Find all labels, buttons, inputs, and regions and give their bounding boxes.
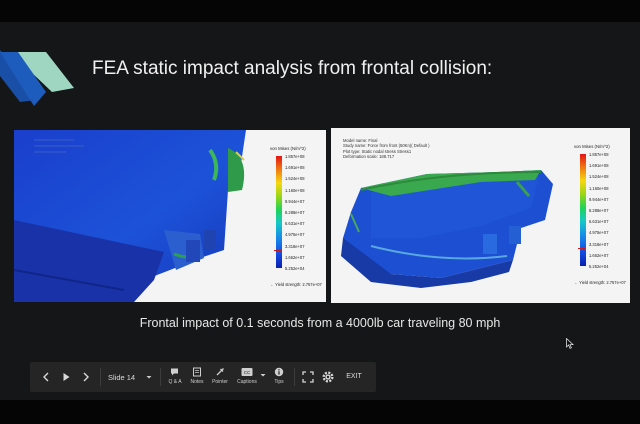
legend-tick: 5.252e+04 [285, 266, 305, 271]
gear-icon [322, 371, 334, 383]
pointer-button[interactable]: Pointer [208, 365, 232, 389]
toolbar-divider [294, 368, 295, 386]
qa-button[interactable]: Q & A [164, 365, 186, 389]
info-icon [274, 367, 284, 377]
notes-button[interactable]: Notes [186, 365, 208, 389]
qa-label: Q & A [168, 379, 182, 385]
stress-legend-right: von Mises (N/m^2) 1.857e+08 1.691e+08 1.52… [574, 144, 628, 294]
captions-label: Captions [237, 379, 257, 385]
yield-marker [274, 248, 282, 253]
previous-slide-button[interactable] [38, 369, 54, 385]
yield-strength-label: ← Yield strength: 2.757e+07 [574, 280, 626, 285]
chevron-down-icon [146, 376, 152, 379]
top-letterbox [0, 0, 640, 22]
legend-tick: 1.524e+08 [285, 176, 305, 182]
yield-strength-label: ← Yield strength: 2.757e+07 [270, 282, 322, 287]
legend-tick: 6.631e+07 [589, 219, 609, 225]
legend-tick: 1.160e+08 [285, 187, 305, 193]
legend-tick: 4.975e+07 [589, 230, 609, 236]
legend-tick: 8.288e+07 [285, 210, 305, 215]
slide-number-label: Slide 14 [108, 372, 136, 382]
qa-chat-icon [171, 368, 178, 376]
toolbar-divider [100, 368, 101, 386]
slide-decoration [0, 50, 74, 106]
svg-text:CC: CC [244, 370, 251, 375]
bottom-letterbox [0, 400, 640, 424]
legend-tick: 1.662e+07 [285, 254, 305, 260]
legend-tick: 1.524e+08 [589, 174, 609, 180]
legend-tick: 6.631e+07 [285, 221, 305, 227]
fullscreen-button[interactable] [300, 369, 316, 385]
legend-color-bar [578, 154, 586, 266]
legend-tick: 4.975e+07 [285, 232, 305, 238]
mouse-cursor-icon [566, 338, 574, 349]
play-icon [63, 373, 70, 381]
legend-tick: 1.691e+08 [589, 163, 609, 169]
fullscreen-icon [302, 371, 314, 383]
legend-tick: 8.288e+07 [589, 208, 609, 213]
stress-legend-left: von Mises (N/m^2) 1.857e+08 1.691e+08 1.52… [270, 146, 324, 296]
legend-ticks: 1.857e+08 1.691e+08 1.524e+08 1.160e+08 9.94… [589, 152, 629, 270]
pointer-label: Pointer [212, 379, 228, 385]
chevron-down-icon [260, 374, 266, 377]
chevron-left-icon [43, 372, 49, 382]
legend-tick: 9.944e+07 [285, 198, 305, 204]
play-button[interactable] [58, 369, 74, 385]
legend-title: von Mises (N/m^2) [270, 146, 306, 151]
legend-color-bar [274, 156, 282, 268]
captions-button[interactable]: CC Captions [233, 365, 261, 389]
legend-tick: 1.160e+08 [589, 185, 609, 191]
exit-label: EXIT [346, 373, 362, 380]
presentation-viewer: FEA static impact analysis from frontal … [0, 0, 640, 424]
legend-tick: 1.857e+08 [589, 152, 609, 157]
fea-result-image-left: von Mises (N/m^2) 1.857e+08 1.691e+08 1.52… [14, 130, 326, 302]
presentation-toolbar: Slide 14 Q & A Notes Pointer CC Captions [30, 362, 376, 392]
legend-tick: 1.691e+08 [285, 165, 305, 171]
legend-tick: 1.662e+07 [589, 252, 609, 258]
settings-button[interactable] [320, 369, 336, 385]
tips-button[interactable]: Tips [268, 365, 290, 389]
laser-pointer-icon [216, 368, 224, 376]
toolbar-divider [160, 368, 161, 386]
next-slide-button[interactable] [78, 369, 94, 385]
exit-button[interactable]: EXIT [340, 371, 368, 383]
legend-ticks: 1.857e+08 1.691e+08 1.524e+08 1.160e+08 9.94… [285, 154, 325, 272]
slide-title: FEA static impact analysis from frontal … [92, 58, 493, 79]
slide: FEA static impact analysis from frontal … [0, 22, 640, 400]
fea-result-image-right: Model name: Final Study name: Force from… [331, 128, 630, 303]
legend-tick: 5.252e+04 [589, 264, 609, 269]
legend-title: von Mises (N/m^2) [574, 144, 610, 149]
slide-selector[interactable]: Slide 14 [102, 368, 158, 386]
tips-label: Tips [274, 379, 284, 385]
closed-captions-icon: CC [241, 368, 253, 376]
legend-tick: 9.944e+07 [589, 196, 609, 202]
slide-caption: Frontal impact of 0.1 seconds from a 400… [139, 316, 501, 330]
captions-options-button[interactable] [259, 371, 267, 381]
legend-tick: 1.857e+08 [285, 154, 305, 159]
notes-label: Notes [190, 379, 204, 385]
legend-tick: 3.318e+07 [589, 241, 609, 247]
yield-marker [578, 246, 586, 251]
legend-tick: 3.318e+07 [285, 243, 305, 249]
chevron-right-icon [83, 372, 89, 382]
notes-icon [193, 367, 201, 377]
